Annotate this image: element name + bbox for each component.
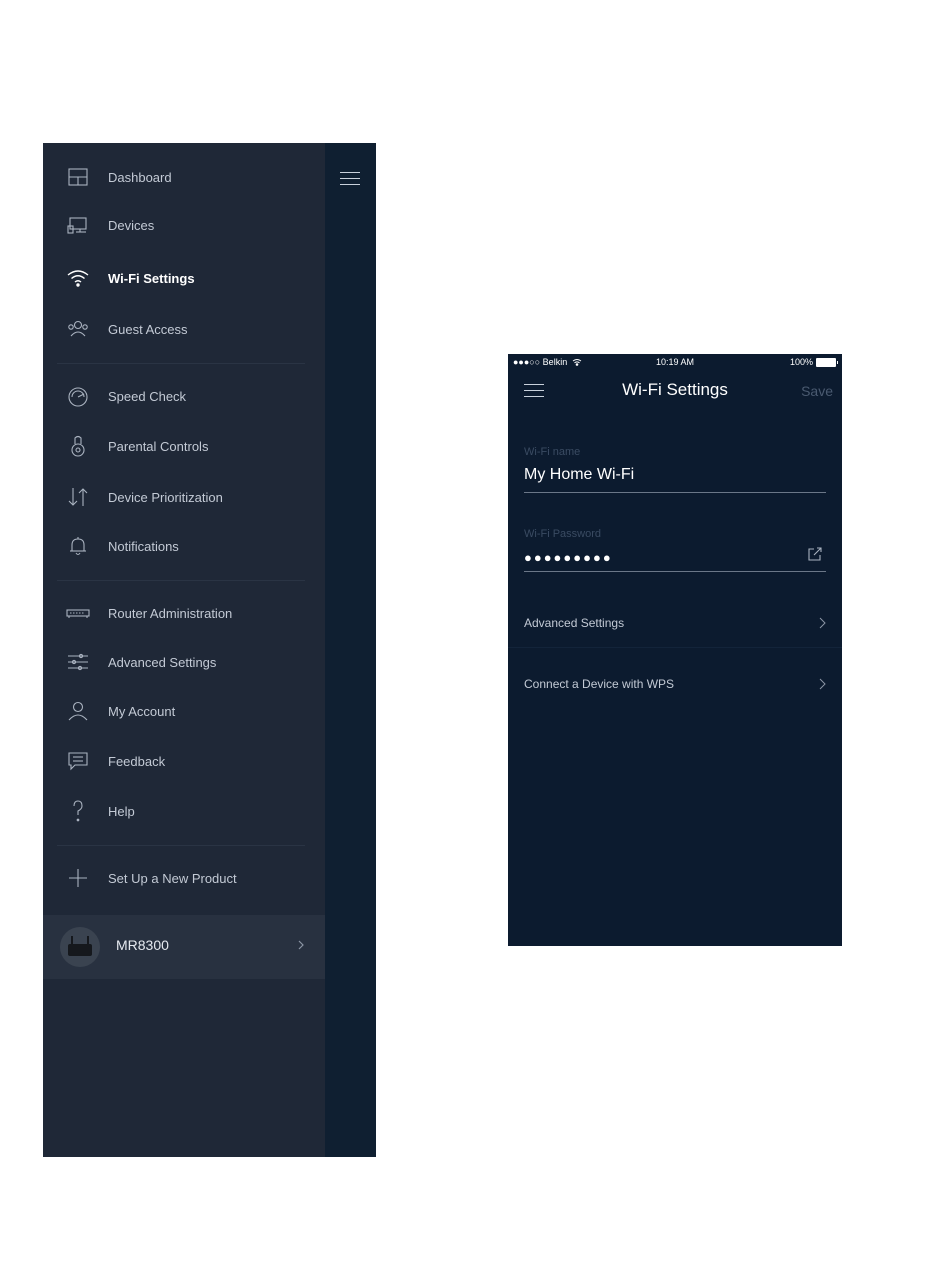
menu-item-device-prioritization[interactable]: Device Prioritization — [43, 477, 325, 517]
menu-item-label: Notifications — [108, 538, 179, 554]
field-underline — [524, 571, 826, 572]
router-icon — [65, 600, 91, 626]
menu-item-label: Device Prioritization — [108, 489, 223, 505]
menu-drawer: Dashboard Devices Wi-Fi Settings Guest A… — [43, 143, 376, 1157]
wifi-name-label: Wi-Fi name — [524, 446, 581, 458]
menu-item-label: Guest Access — [108, 321, 188, 337]
menu-backdrop[interactable] — [325, 143, 376, 1157]
menu-item-label: Set Up a New Product — [108, 870, 237, 886]
wifi-name-field[interactable]: My Home Wi-Fi — [524, 466, 634, 484]
battery-status: 100% — [789, 357, 838, 367]
menu-item-help[interactable]: Help — [43, 791, 325, 831]
guest-access-icon — [65, 316, 91, 342]
device-row[interactable]: MR8300 — [43, 915, 325, 979]
menu-item-advanced-settings[interactable]: Advanced Settings — [43, 642, 325, 682]
sliders-icon — [65, 649, 91, 675]
user-icon — [65, 698, 91, 724]
menu-item-devices[interactable]: Devices — [43, 205, 325, 245]
router-avatar — [60, 927, 100, 967]
menu-item-guest-access[interactable]: Guest Access — [43, 309, 325, 349]
menu-item-label: Dashboard — [108, 169, 172, 185]
row-divider — [508, 647, 842, 648]
wifi-settings-screen: ●●●○○ Belkin 10:19 AM 100% Wi-Fi Setting… — [508, 354, 842, 946]
hamburger-menu-icon[interactable] — [340, 172, 360, 186]
feedback-icon — [65, 748, 91, 774]
connect-wps-row[interactable]: Connect a Device with WPS — [508, 657, 842, 713]
menu-item-wifi-settings[interactable]: Wi-Fi Settings — [43, 258, 325, 298]
menu-item-label: Speed Check — [108, 388, 187, 404]
chevron-right-icon — [819, 617, 826, 629]
menu-item-speed-check[interactable]: Speed Check — [43, 376, 325, 416]
battery-text: 100% — [789, 357, 813, 367]
save-button[interactable]: Save — [801, 383, 833, 399]
menu-item-set-up-new-product[interactable]: Set Up a New Product — [43, 858, 325, 898]
menu-item-label: Parental Controls — [108, 438, 209, 454]
menu-divider — [57, 845, 305, 846]
menu-item-feedback[interactable]: Feedback — [43, 741, 325, 781]
field-underline — [524, 492, 826, 493]
menu-divider — [57, 363, 305, 364]
menu-item-label: Advanced Settings — [108, 654, 217, 670]
menu-item-label: Router Administration — [108, 605, 233, 621]
menu-item-dashboard[interactable]: Dashboard — [43, 157, 325, 197]
chevron-right-icon — [819, 678, 826, 690]
chevron-right-icon — [298, 940, 304, 950]
menu-item-label: Wi-Fi Settings — [108, 270, 195, 286]
battery-icon — [816, 357, 838, 367]
menu-divider — [57, 580, 305, 581]
share-icon[interactable] — [807, 546, 823, 562]
wifi-icon — [65, 265, 91, 291]
speedometer-icon — [65, 383, 91, 409]
device-name: MR8300 — [116, 937, 169, 953]
dashboard-icon — [65, 164, 91, 190]
menu-item-label: Help — [108, 803, 135, 819]
parental-controls-icon — [65, 433, 91, 459]
devices-icon — [65, 212, 91, 238]
status-bar: ●●●○○ Belkin 10:19 AM 100% — [508, 354, 842, 370]
row-label: Connect a Device with WPS — [524, 677, 675, 691]
plus-icon — [65, 865, 91, 891]
menu-item-label: My Account — [108, 703, 176, 719]
bell-icon — [65, 533, 91, 559]
menu-item-label: Devices — [108, 217, 155, 233]
wifi-password-field[interactable]: ●●●●●●●●● — [524, 550, 613, 565]
row-label: Advanced Settings — [524, 616, 625, 630]
menu-item-label: Feedback — [108, 753, 166, 769]
menu-item-my-account[interactable]: My Account — [43, 691, 325, 731]
prioritization-arrows-icon — [65, 484, 91, 510]
menu-item-notifications[interactable]: Notifications — [43, 526, 325, 566]
page-title: Wi-Fi Settings — [622, 380, 728, 399]
wifi-password-label: Wi-Fi Password — [524, 528, 602, 540]
advanced-settings-row[interactable]: Advanced Settings — [508, 596, 842, 652]
help-icon — [65, 798, 91, 824]
menu-item-parental-controls[interactable]: Parental Controls — [43, 426, 325, 466]
menu-item-router-administration[interactable]: Router Administration — [43, 593, 325, 633]
